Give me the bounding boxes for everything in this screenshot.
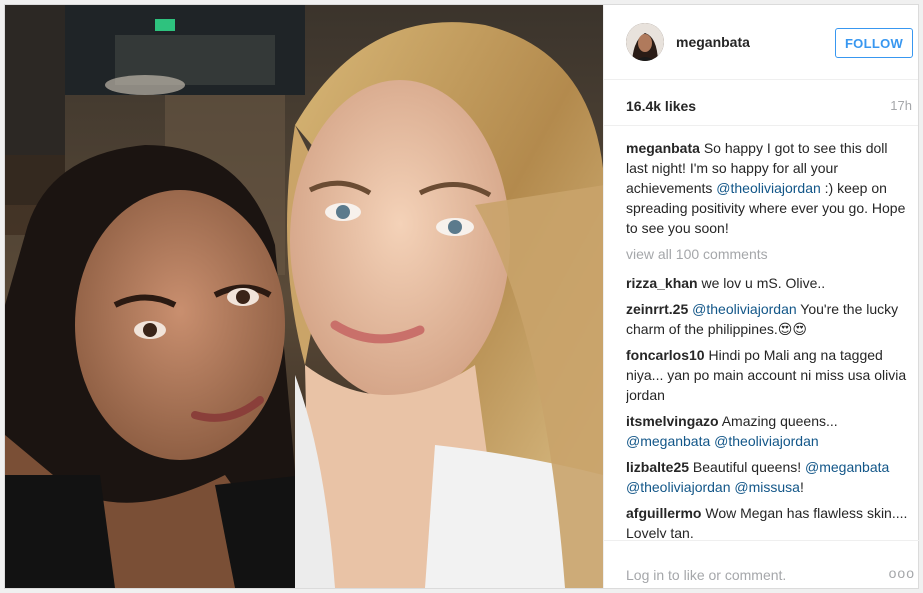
comment-mention[interactable]: @theoliviajordan [692,301,797,317]
instagram-post-embed: meganbata FOLLOW 16.4k likes 17h meganba… [4,4,919,589]
caption-mention[interactable]: @theoliviajordan [716,180,821,196]
comments-list[interactable]: meganbata So happy I got to see this dol… [626,138,911,538]
view-all-comments-link[interactable]: view all 100 comments [626,244,911,264]
caption: meganbata So happy I got to see this dol… [626,138,911,238]
comment-username[interactable]: rizza_khan [626,275,698,291]
post-timestamp[interactable]: 17h [890,98,912,113]
comment-username[interactable]: itsmelvingazo [626,413,719,429]
avatar-image [626,23,664,61]
post-meta: 16.4k likes 17h [604,80,918,126]
comment-username[interactable]: afguillermo [626,505,701,521]
comment-item: lizbalte25 Beautiful queens! @meganbata … [626,457,911,497]
heart-eyes-emoji-icon: 😍 [777,321,793,337]
comment-item: rizza_khan we lov u mS. Olive.. [626,273,911,293]
post-author-username[interactable]: meganbata [676,34,750,50]
comment-text: Beautiful queens! [692,459,806,475]
comment-mention[interactable]: @theoliviajordan [626,479,731,495]
comment-username[interactable]: lizbalte25 [626,459,689,475]
more-options-icon[interactable]: ooo [889,565,915,581]
likes-count[interactable]: 16.4k likes [626,98,696,114]
caption-username[interactable]: meganbata [626,140,700,156]
post-photo[interactable] [5,5,603,588]
comment-text: ! [799,479,804,495]
post-footer: Log in to like or comment. ooo [604,540,919,589]
comment-username[interactable]: foncarlos10 [626,347,705,363]
comment-mention[interactable]: @meganbata [626,433,710,449]
comment-items: rizza_khan we lov u mS. Olive.. zeinrrt.2… [626,273,911,538]
comment-item: foncarlos10 Hindi po Mali ang na tagged … [626,345,911,405]
follow-button[interactable]: FOLLOW [835,28,913,58]
comment-item: zeinrrt.25 @theoliviajordan You're the l… [626,299,911,339]
post-header: meganbata FOLLOW [604,5,918,80]
comment-mention[interactable]: @meganbata [805,459,889,475]
comment-item: itsmelvingazo Amazing queens... @meganba… [626,411,911,451]
avatar[interactable] [626,23,664,61]
comment-mention[interactable]: @theoliviajordan [714,433,819,449]
comment-item: afguillermo Wow Megan has flawless skin.… [626,503,911,538]
comment-text: Amazing queens... [721,413,838,429]
comment-username[interactable]: zeinrrt.25 [626,301,688,317]
post-sidebar: meganbata FOLLOW 16.4k likes 17h meganba… [603,5,919,589]
comment-text: we lov u mS. Olive.. [701,275,826,291]
login-to-comment-link[interactable]: Log in to like or comment. [626,567,786,583]
selfie-photo-illustration [5,5,603,588]
heart-eyes-emoji-icon: 😍 [792,321,807,337]
comment-mention[interactable]: @missusa [734,479,800,495]
